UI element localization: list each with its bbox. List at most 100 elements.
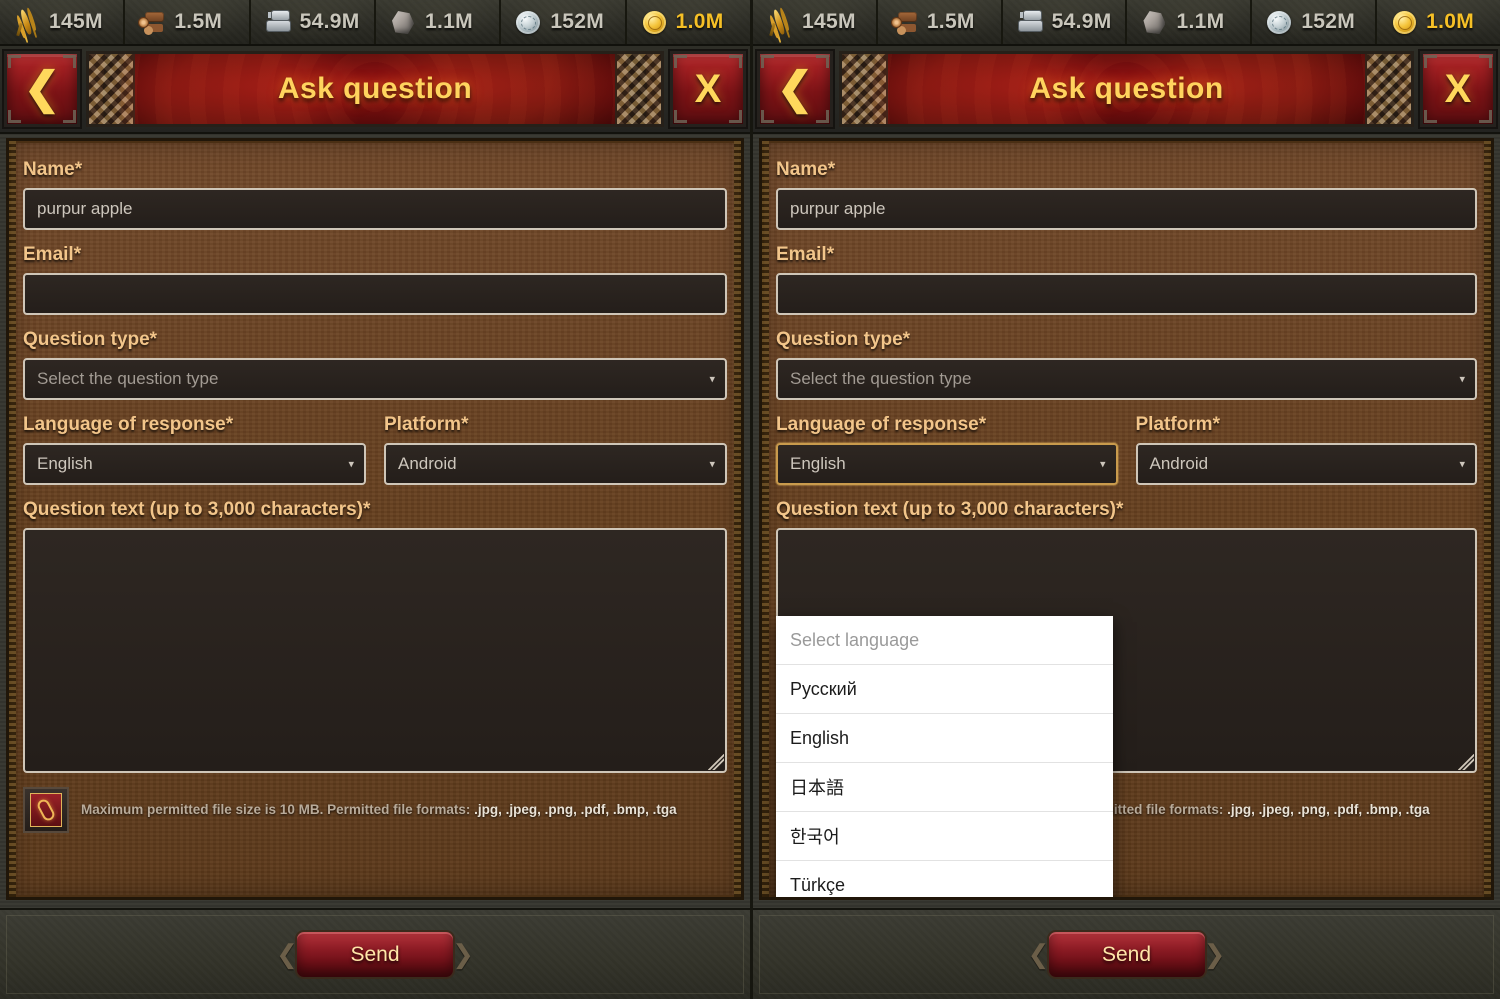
attach-file-button[interactable]	[23, 787, 69, 833]
question-type-label: Question type*	[23, 329, 158, 350]
language-select[interactable]: English ▾	[776, 443, 1118, 485]
chevron-down-icon: ▾	[709, 373, 715, 386]
page-title: Ask question	[1029, 72, 1224, 105]
close-button[interactable]: X	[1420, 51, 1496, 127]
stone-icon	[388, 7, 418, 37]
language-option-placeholder[interactable]: Select language	[776, 616, 1113, 665]
send-ornament-right: ❯	[452, 939, 474, 969]
language-label: Language of response*	[23, 414, 234, 435]
corner-ornament	[8, 55, 21, 68]
wheat-icon	[12, 7, 42, 37]
language-option-russian[interactable]: Русский	[776, 665, 1113, 714]
field-email: Email*	[776, 244, 1477, 315]
resource-silver[interactable]: 152M	[501, 0, 627, 44]
question-text-label: Question text (up to 3,000 characters)*	[776, 499, 1124, 520]
platform-label: Platform*	[1135, 414, 1220, 435]
corner-ornament	[816, 110, 829, 123]
resource-stone[interactable]: 1.1M	[376, 0, 502, 44]
close-icon: X	[1444, 67, 1472, 111]
chevron-down-icon: ▾	[1459, 373, 1465, 386]
question-type-select[interactable]: Select the question type ▾	[776, 358, 1477, 400]
corner-ornament	[729, 110, 742, 123]
resource-iron[interactable]: 54.9M	[1003, 0, 1128, 44]
row-language-platform: Language of response* English ▾ Platform…	[23, 414, 727, 485]
resource-bar-left: 145M 1.5M 54.9M 1.1M 152M 1.0M	[0, 0, 750, 46]
language-option-korean[interactable]: 한국어	[776, 812, 1113, 861]
resource-value: 1.0M	[1426, 10, 1475, 33]
question-textarea-wrap	[23, 528, 727, 773]
corner-ornament	[1479, 55, 1492, 68]
email-input[interactable]	[23, 273, 727, 315]
name-input[interactable]	[23, 188, 727, 230]
resource-iron[interactable]: 54.9M	[251, 0, 376, 44]
platform-value: Android	[1149, 454, 1209, 473]
field-platform: Platform* Android ▾	[1135, 414, 1477, 485]
send-button[interactable]: Send	[295, 930, 455, 979]
question-textarea[interactable]	[23, 528, 727, 773]
name-label: Name*	[23, 159, 83, 180]
corner-ornament	[1424, 55, 1437, 68]
resource-wheat[interactable]: 145M	[753, 0, 878, 44]
chevron-down-icon: ▾	[709, 458, 715, 471]
panel-right: 145M 1.5M 54.9M 1.1M 152M 1.0M ❮ Ask que…	[750, 0, 1500, 999]
field-question-type: Question type* Select the question type …	[23, 329, 727, 400]
title-plate: Ask question	[839, 51, 1414, 127]
row-language-platform: Language of response* English ▾ Platform…	[776, 414, 1477, 485]
chevron-down-icon: ▾	[348, 458, 354, 471]
resource-value: 152M	[1301, 10, 1356, 33]
resource-value: 145M	[802, 10, 856, 33]
platform-select[interactable]: Android ▾	[384, 443, 727, 485]
chevron-down-icon: ▾	[1459, 458, 1465, 471]
question-type-select[interactable]: Select the question type ▾	[23, 358, 727, 400]
language-option-turkish[interactable]: Türkçe	[776, 861, 1113, 897]
resource-value: 1.5M	[174, 10, 223, 33]
corner-ornament	[816, 55, 829, 68]
resource-wheat[interactable]: 145M	[0, 0, 126, 44]
language-dropdown-menu[interactable]: Select language Русский English 日本語 한국어 …	[776, 616, 1113, 897]
resource-silver[interactable]: 152M	[1252, 0, 1378, 44]
resource-gold[interactable]: 1.0M	[1377, 0, 1500, 44]
gold-icon	[1389, 7, 1419, 37]
resource-stone[interactable]: 1.1M	[1127, 0, 1253, 44]
field-question-text: Question text (up to 3,000 characters)*	[23, 499, 727, 773]
corner-ornament	[63, 110, 76, 123]
corner-ornament	[63, 55, 76, 68]
stone-icon	[1139, 7, 1169, 37]
wood-icon	[890, 7, 920, 37]
title-plate: Ask question	[86, 51, 664, 127]
back-button[interactable]: ❮	[757, 51, 833, 127]
platform-value: Android	[398, 454, 457, 473]
resource-value: 1.1M	[1176, 10, 1225, 33]
attachment-note: Maximum permitted file size is 10 MB. Pe…	[81, 801, 677, 819]
attachment-formats: .jpg, .jpeg, .png, .pdf, .bmp, .tga	[474, 802, 677, 818]
footer-left: ❮ Send ❯	[0, 908, 750, 999]
knotwork-ornament-left	[842, 54, 888, 124]
resource-gold[interactable]: 1.0M	[627, 0, 750, 44]
back-button[interactable]: ❮	[4, 51, 80, 127]
corner-ornament	[761, 110, 774, 123]
field-name: Name*	[23, 159, 727, 230]
language-select[interactable]: English ▾	[23, 443, 366, 485]
field-platform: Platform* Android ▾	[384, 414, 727, 485]
language-label: Language of response*	[776, 414, 987, 435]
send-button[interactable]: Send	[1046, 930, 1207, 979]
language-option-japanese[interactable]: 日本語	[776, 763, 1113, 812]
question-type-value: Select the question type	[37, 369, 219, 388]
resource-wood[interactable]: 1.5M	[125, 0, 251, 44]
name-input[interactable]	[776, 188, 1477, 230]
knotwork-ornament-right	[615, 54, 661, 124]
wheat-icon	[765, 7, 795, 37]
field-language: Language of response* English ▾	[23, 414, 366, 485]
send-ornament-left: ❮	[276, 939, 298, 969]
ask-question-form-left: Name* Email* Question type* Select the q…	[6, 138, 744, 900]
field-question-type: Question type* Select the question type …	[776, 329, 1477, 400]
silver-icon	[1264, 7, 1294, 37]
resource-wood[interactable]: 1.5M	[878, 0, 1003, 44]
close-button[interactable]: X	[670, 51, 746, 127]
question-type-value: Select the question type	[790, 369, 972, 388]
attachment-formats: .jpg, .jpeg, .png, .pdf, .bmp, .tga	[1227, 802, 1430, 818]
language-option-english[interactable]: English	[776, 714, 1113, 763]
platform-select[interactable]: Android ▾	[1135, 443, 1477, 485]
email-input[interactable]	[776, 273, 1477, 315]
chevron-down-icon: ▾	[1099, 458, 1106, 471]
